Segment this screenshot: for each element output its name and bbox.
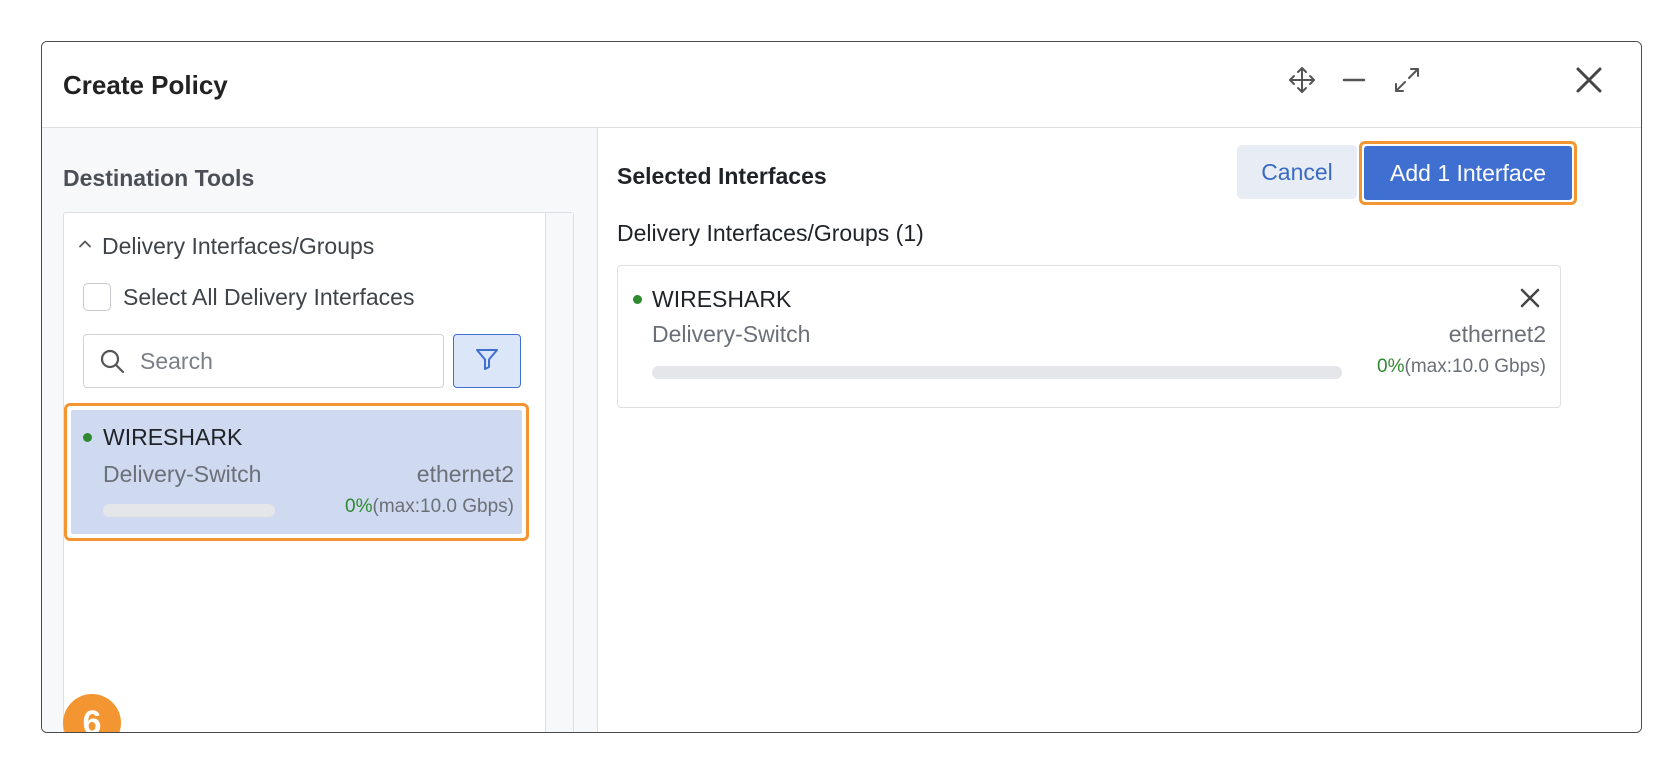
usage-text: 0%(max:10.0 Gbps) (345, 496, 514, 518)
filter-button[interactable] (453, 334, 521, 388)
add-interface-button[interactable]: Add 1 Interface (1364, 146, 1572, 200)
close-icon[interactable] (1569, 60, 1609, 100)
selected-interface-card: WIRESHARK Delivery-Switch ethernet2 0%(m… (617, 265, 1561, 408)
section-title: Destination Tools (63, 165, 255, 191)
group-toggle[interactable]: Delivery Interfaces/Groups (78, 233, 374, 260)
selected-interfaces-title: Selected Interfaces (617, 163, 827, 189)
search-box (83, 334, 444, 388)
dialog-title: Create Policy (63, 70, 228, 100)
minimize-icon[interactable] (1334, 60, 1374, 100)
selected-interfaces-panel: Selected Interfaces Cancel Add 1 Interfa… (599, 128, 1641, 732)
select-all-label: Select All Delivery Interfaces (123, 283, 415, 310)
usage-max: (max:10.0 Gbps) (1404, 356, 1547, 377)
interface-option[interactable]: WIRESHARK Delivery-Switch ethernet2 0%(m… (64, 403, 529, 541)
interface-port: ethernet2 (1448, 321, 1546, 347)
usage-max: (max:10.0 Gbps) (372, 496, 515, 517)
interface-name: WIRESHARK (652, 286, 792, 312)
usage-bar (103, 504, 275, 517)
search-input[interactable] (140, 347, 430, 375)
select-all-checkbox[interactable] (83, 283, 111, 311)
cancel-button[interactable]: Cancel (1237, 145, 1357, 199)
usage-bar (652, 366, 1342, 379)
scrollbar[interactable] (545, 213, 573, 732)
usage-percent: 0% (345, 496, 373, 517)
destination-tools-panel: Destination Tools Delivery Interfaces/Gr… (42, 128, 598, 732)
usage-text: 0%(max:10.0 Gbps) (1377, 356, 1546, 378)
select-all-row[interactable]: Select All Delivery Interfaces (83, 283, 414, 311)
move-icon[interactable] (1282, 60, 1322, 100)
interface-option-body[interactable]: WIRESHARK Delivery-Switch ethernet2 0%(m… (71, 410, 522, 534)
usage-percent: 0% (1377, 356, 1405, 377)
dialog-header: Create Policy (42, 42, 1641, 128)
expand-icon[interactable] (1387, 60, 1427, 100)
search-icon (84, 347, 140, 375)
tools-list: Delivery Interfaces/Groups Select All De… (63, 212, 574, 732)
group-count-label: Delivery Interfaces/Groups (1) (617, 220, 924, 246)
create-policy-dialog: Create Policy Destination Tools Delivery… (41, 41, 1642, 733)
filter-icon (474, 346, 500, 377)
interface-switch: Delivery-Switch (103, 461, 262, 487)
interface-name: WIRESHARK (103, 424, 243, 450)
add-interface-highlight: Add 1 Interface (1359, 141, 1577, 205)
status-dot (633, 295, 642, 304)
interface-switch: Delivery-Switch (652, 321, 811, 347)
interface-port: ethernet2 (416, 461, 514, 487)
group-label: Delivery Interfaces/Groups (102, 233, 375, 259)
remove-interface-icon[interactable] (1514, 282, 1546, 314)
status-dot (83, 433, 92, 442)
chevron-up-icon (78, 237, 92, 256)
